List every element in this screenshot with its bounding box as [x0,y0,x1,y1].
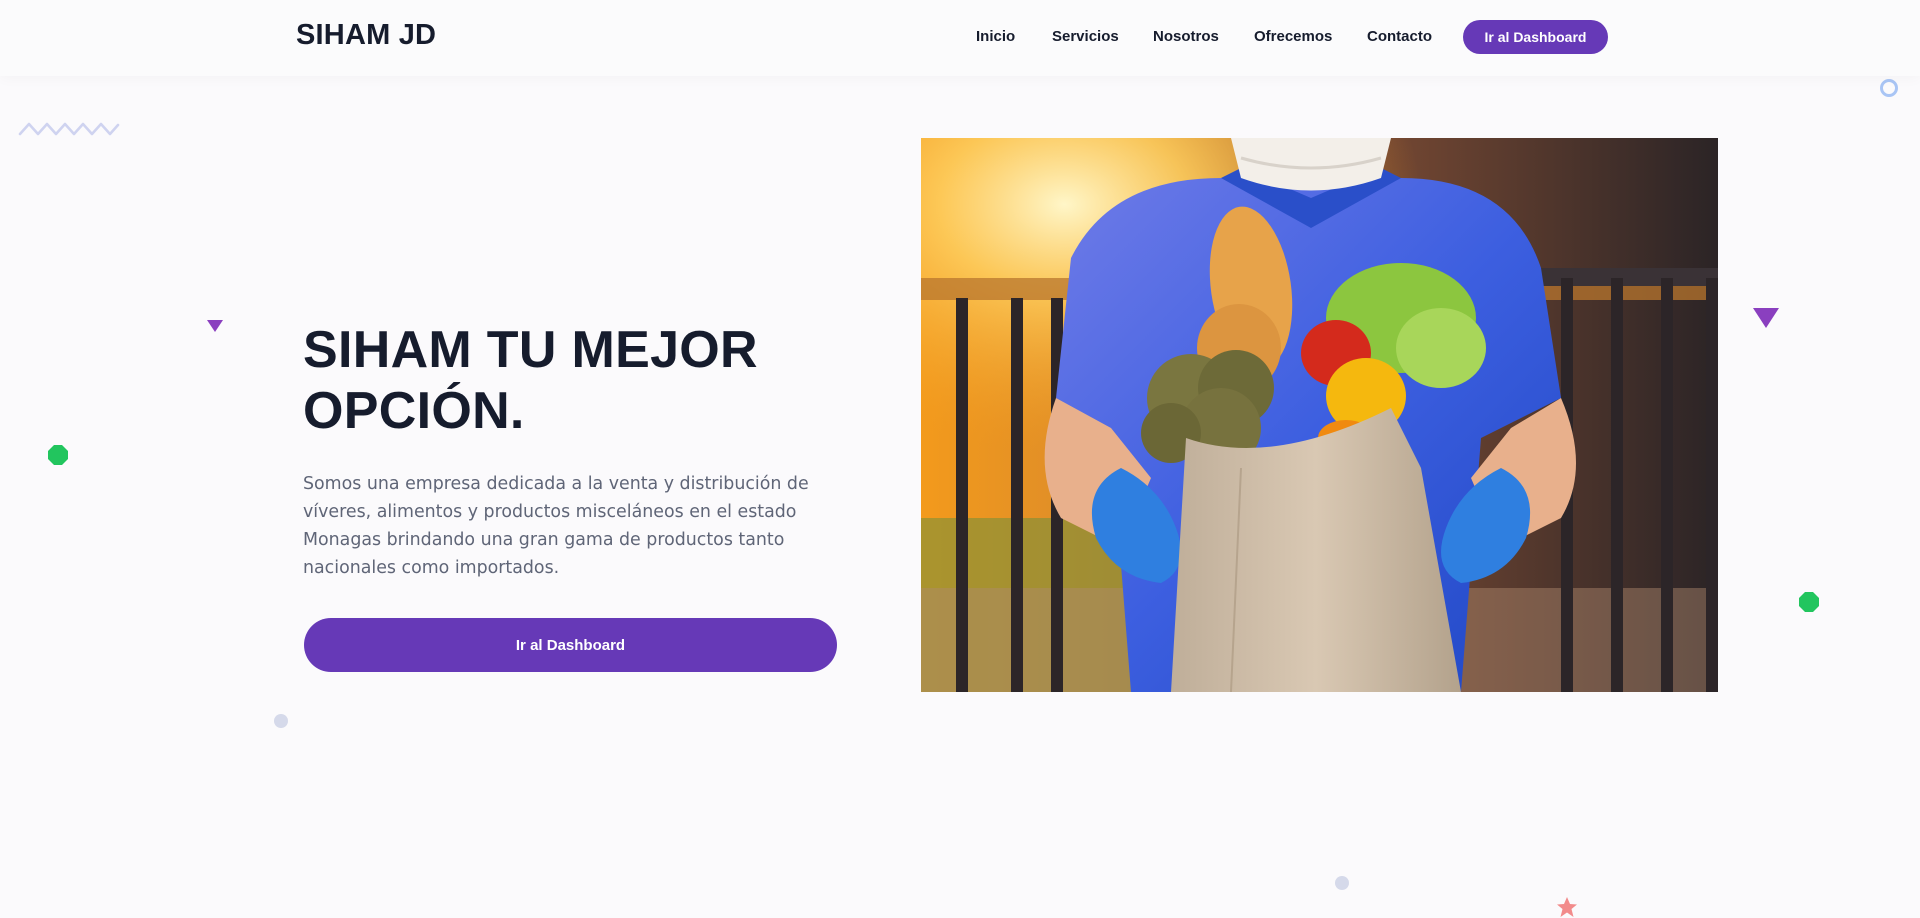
triangle-icon [1753,308,1779,328]
delivery-person-grocery-bag-photo [921,138,1718,692]
nav-link-servicios[interactable]: Servicios [1052,28,1119,45]
octagon-icon [48,445,68,465]
star-icon [1557,897,1577,917]
brand-logo[interactable]: SIHAM JD [296,19,436,52]
dot-icon [274,714,288,728]
octagon-icon [1799,592,1819,612]
ring-icon [1880,79,1898,97]
triangle-icon [207,320,223,332]
nav-link-ofrecemos[interactable]: Ofrecemos [1254,28,1332,45]
navbar: SIHAM JD Inicio Servicios Nosotros Ofrec… [0,0,1920,76]
hero-image [921,138,1718,692]
nav-dashboard-button[interactable]: Ir al Dashboard [1463,20,1608,54]
nav-link-inicio[interactable]: Inicio [976,28,1015,45]
dot-icon [1335,876,1349,890]
hero-dashboard-button[interactable]: Ir al Dashboard [304,618,837,672]
zigzag-icon [18,122,120,136]
hero-description: Somos una empresa dedicada a la venta y … [303,474,809,578]
nav-link-contacto[interactable]: Contacto [1367,28,1432,45]
hero-title: SIHAM TU MEJOR OPCIÓN. [303,321,758,440]
nav-link-nosotros[interactable]: Nosotros [1153,28,1219,45]
